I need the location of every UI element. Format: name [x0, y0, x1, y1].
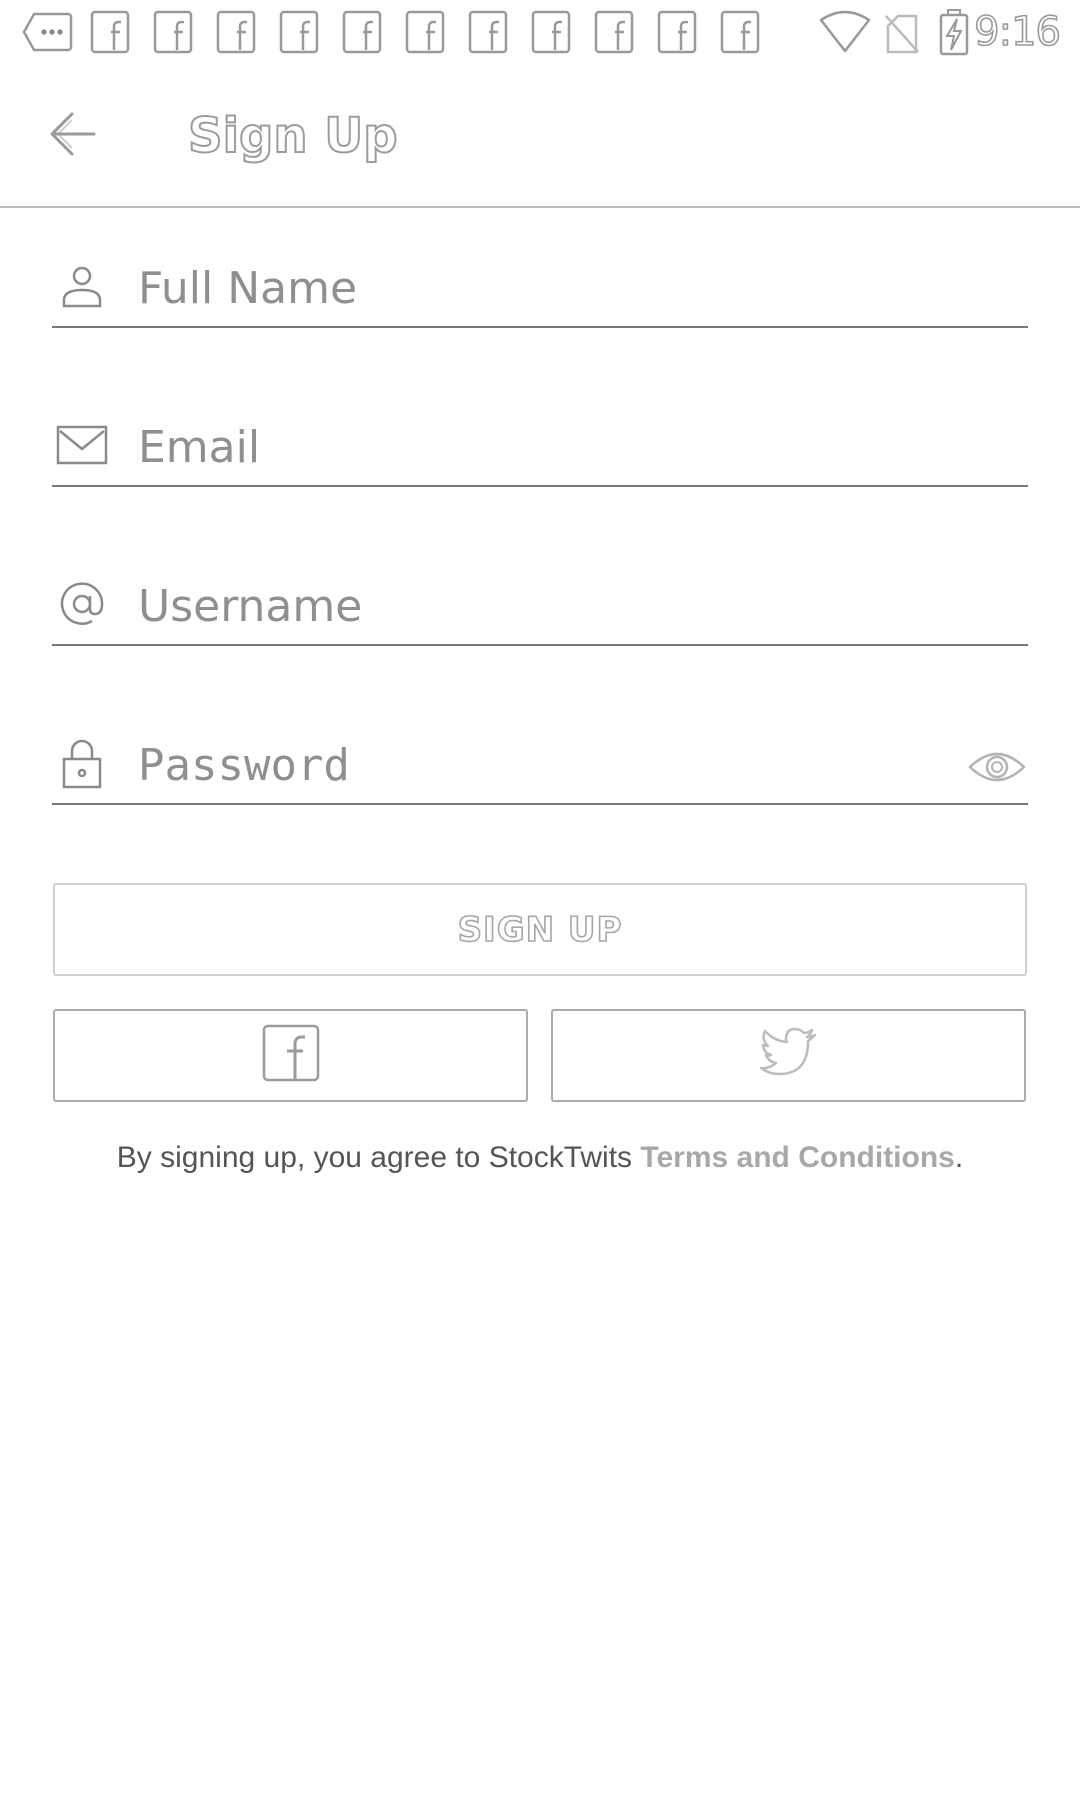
sign-up-button[interactable]: SIGN UP — [53, 883, 1027, 976]
facebook-icon — [261, 1023, 321, 1088]
wifi-icon — [818, 10, 872, 54]
twitter-signup-button[interactable] — [551, 1009, 1026, 1102]
username-input[interactable] — [136, 576, 936, 636]
battery-charging-icon — [938, 8, 970, 56]
status-bar: 9:16 — [0, 0, 1080, 64]
facebook-icon — [405, 10, 445, 54]
full-name-input[interactable] — [136, 258, 936, 318]
envelope-icon — [56, 419, 108, 471]
back-button[interactable] — [40, 104, 104, 168]
password-input[interactable] — [136, 735, 936, 795]
person-icon — [56, 260, 108, 312]
terms-link[interactable]: Terms and Conditions — [640, 1141, 954, 1174]
facebook-icon — [468, 10, 508, 54]
status-time: 9:16 — [973, 9, 1061, 55]
page-title: Sign Up — [187, 107, 399, 165]
full-name-field[interactable] — [52, 248, 1028, 328]
terms-notice: By signing up, you agree to StockTwits T… — [0, 1141, 1080, 1175]
email-input[interactable] — [136, 417, 936, 477]
username-field[interactable] — [52, 566, 1028, 646]
app-bar: Sign Up — [0, 64, 1080, 208]
more-notifications-icon — [22, 10, 74, 54]
facebook-icon — [153, 10, 193, 54]
terms-suffix: . — [954, 1141, 964, 1174]
arrow-left-icon — [46, 110, 98, 163]
facebook-icon — [90, 10, 130, 54]
twitter-bird-icon — [759, 1027, 819, 1084]
no-sim-icon — [884, 12, 920, 54]
facebook-icon — [279, 10, 319, 54]
terms-prefix: By signing up, you agree to StockTwits — [116, 1141, 641, 1174]
facebook-icon — [657, 10, 697, 54]
facebook-icon — [342, 10, 382, 54]
lock-icon — [56, 737, 108, 789]
eye-icon[interactable] — [968, 743, 1026, 791]
facebook-icon — [720, 10, 760, 54]
facebook-icon — [216, 10, 256, 54]
facebook-signup-button[interactable] — [53, 1009, 528, 1102]
sign-up-label: SIGN UP — [457, 909, 623, 951]
facebook-icon — [594, 10, 634, 54]
email-field[interactable] — [52, 407, 1028, 487]
facebook-icon — [531, 10, 571, 54]
at-sign-icon — [56, 578, 108, 630]
password-field[interactable] — [52, 725, 1028, 805]
